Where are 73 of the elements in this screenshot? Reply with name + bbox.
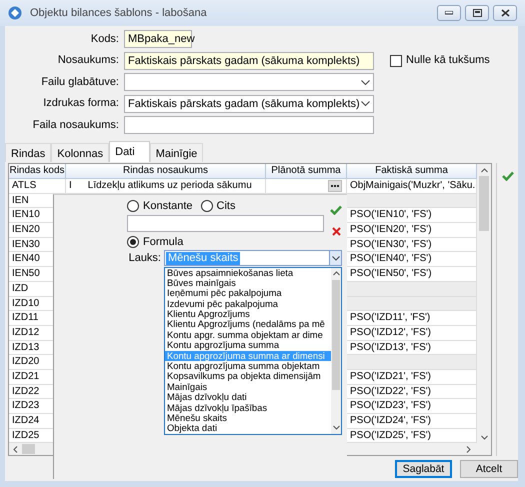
scroll-up-icon — [480, 168, 488, 172]
field-label: Lauks: — [128, 251, 162, 266]
scroll-right-icon — [466, 446, 471, 453]
radio-label: Cits — [216, 198, 236, 214]
field-label: Kods: — [90, 32, 120, 47]
radio-button[interactable] — [127, 236, 139, 248]
scroll-down-icon — [480, 434, 488, 440]
column-header: Rindas kods — [9, 164, 66, 179]
chevron-down-icon — [332, 256, 340, 261]
scroll-down-icon — [332, 425, 340, 430]
list-option[interactable]: Mainīgais — [165, 382, 331, 392]
vertical-scrollbar[interactable] — [477, 164, 491, 444]
close-icon — [500, 9, 510, 17]
checkbox-label: Nulle kā tukšums — [406, 53, 490, 68]
list-option[interactable]: Mājas dzīvokļu īpašības — [165, 402, 331, 413]
table-cell: I — [69, 179, 72, 193]
checkbox[interactable] — [390, 54, 402, 66]
list-option[interactable]: Kopsavilkums pa objekta dimensijām — [165, 371, 331, 382]
column-header: Plānotā summa — [266, 164, 347, 179]
check-icon — [330, 205, 342, 215]
dropdown[interactable]: Faktiskais pārskats gadam (sākuma komplekts) — [124, 94, 374, 112]
dots-icon — [331, 184, 339, 187]
ellipsis-button[interactable] — [328, 180, 342, 192]
radio-button[interactable] — [200, 200, 213, 212]
maximize-button[interactable] — [465, 5, 489, 21]
chevron-down-icon — [361, 101, 370, 106]
column-header: Rindas nosaukums — [66, 164, 266, 179]
text-field[interactable] — [127, 215, 324, 232]
scroll-left-icon — [13, 446, 18, 453]
list-option[interactable]: Mājas dzīvokļu dati — [165, 392, 331, 403]
scrollbar-thumb[interactable] — [332, 280, 340, 390]
field-label: Nosaukums: — [56, 53, 120, 68]
list-option[interactable]: Kontu apgrozījuma summa — [165, 340, 331, 351]
close-icon — [332, 227, 341, 236]
dialog-button[interactable]: Atcelt — [460, 460, 518, 478]
radio-label: Formula — [143, 234, 184, 250]
maximize-icon — [472, 9, 482, 17]
scrollbar-thumb[interactable] — [22, 444, 35, 454]
text-field[interactable] — [124, 116, 374, 134]
list-option[interactable]: Ieņēmumi pēc pakalpojuma — [165, 288, 331, 299]
app-icon — [8, 6, 22, 20]
list-option[interactable]: Klientu Apgrozījums (nedalāms pa mē — [165, 319, 331, 330]
table-cell: Līdzekļu atlikums uz perioda sākumu — [88, 179, 252, 193]
field-label: Failu glabātuve: — [40, 74, 120, 90]
radio-label: Konstante — [143, 198, 193, 214]
chevron-down-icon — [361, 80, 370, 84]
tab[interactable]: Mainīgie — [150, 143, 204, 162]
tab[interactable]: Dati — [109, 141, 150, 162]
scrollbar-thumb[interactable] — [479, 176, 489, 231]
field-label: Izdrukas forma: — [42, 96, 120, 112]
list-option[interactable]: Būves apsaimniekošanas lieta — [165, 268, 331, 278]
dialog-button[interactable]: Saglabāt — [395, 460, 452, 478]
tab[interactable]: Kolonnas — [51, 143, 110, 162]
minimize-icon — [445, 11, 453, 15]
close-button[interactable] — [493, 5, 517, 21]
list-option[interactable]: Objekta dati — [165, 423, 331, 434]
column-header: Faktiskā summa — [347, 164, 477, 179]
scroll-up-icon — [332, 271, 340, 276]
window-title: Objektu bilances šablons - labošana — [30, 6, 207, 21]
tab[interactable]: Rindas — [5, 143, 52, 162]
check-icon — [502, 171, 514, 181]
list-option[interactable]: Būves mainīgais — [165, 278, 331, 288]
list-option[interactable]: Klientu Apgrozījums — [165, 309, 331, 320]
list-option[interactable]: Izdevumi pēc pakalpojuma — [165, 298, 331, 310]
list-scrollbar[interactable] — [331, 268, 341, 434]
list-option[interactable]: Mēnešu skaits — [165, 412, 331, 424]
minimize-button[interactable] — [437, 5, 461, 21]
text-field[interactable]: Faktiskais pārskats gadam (sākuma komplekts) — [124, 52, 374, 70]
list-option[interactable]: Kontu apgr. summa objektam ar dime — [165, 330, 331, 340]
table-cell: ATLS — [9, 179, 66, 194]
list-option[interactable]: Kontu apgrozījuma summa objektam — [165, 361, 331, 372]
radio-button[interactable] — [127, 200, 139, 212]
field-label: Faila nosaukums: — [32, 118, 120, 133]
